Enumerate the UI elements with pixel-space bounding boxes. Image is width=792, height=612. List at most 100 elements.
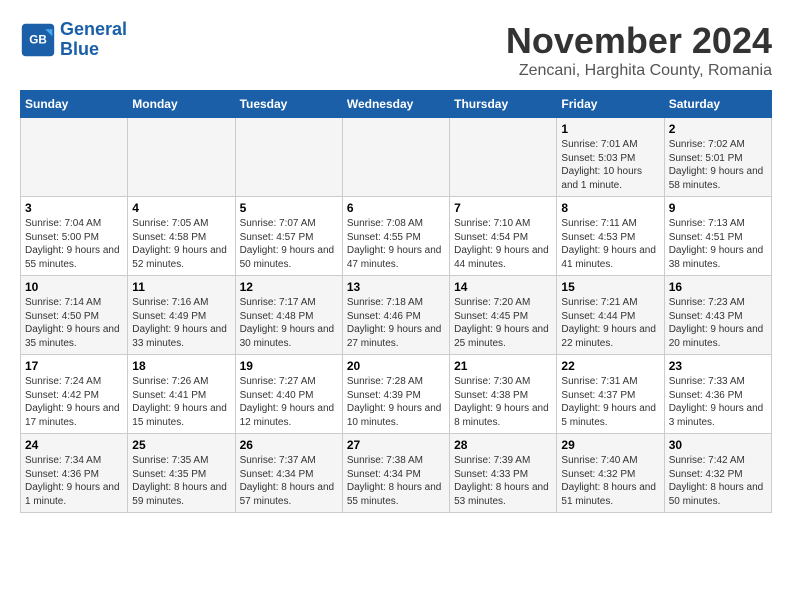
calendar-cell: 18 Sunrise: 7:26 AM Sunset: 4:41 PM Dayli… (128, 355, 235, 434)
day-number: 12 (240, 280, 338, 294)
calendar-cell: 14 Sunrise: 7:20 AM Sunset: 4:45 PM Dayli… (450, 276, 557, 355)
calendar-cell: 27 Sunrise: 7:38 AM Sunset: 4:34 PM Dayli… (342, 434, 449, 513)
calendar-cell: 24Sunrise: 7:34 AM Sunset: 4:36 PM Dayli… (21, 434, 128, 513)
day-detail: Sunrise: 7:26 AM Sunset: 4:41 PM Dayligh… (132, 375, 230, 429)
calendar-cell: 1 Sunrise: 7:01 AM Sunset: 5:03 PM Daylig… (557, 118, 664, 197)
title-area: November 2024 Zencani, Harghita County, … (506, 20, 772, 80)
day-detail: Sunrise: 7:33 AM Sunset: 4:36 PM Dayligh… (669, 375, 767, 429)
day-number: 26 (240, 438, 338, 452)
calendar-cell (235, 118, 342, 197)
day-detail: Sunrise: 7:08 AM Sunset: 4:55 PM Dayligh… (347, 217, 445, 271)
day-number: 17 (25, 359, 123, 373)
calendar-cell: 22 Sunrise: 7:31 AM Sunset: 4:37 PM Dayli… (557, 355, 664, 434)
day-detail: Sunrise: 7:20 AM Sunset: 4:45 PM Dayligh… (454, 296, 552, 350)
day-detail: Sunrise: 7:31 AM Sunset: 4:37 PM Dayligh… (561, 375, 659, 429)
calendar-cell: 2Sunrise: 7:02 AM Sunset: 5:01 PM Daylig… (664, 118, 771, 197)
calendar-week-2: 3Sunrise: 7:04 AM Sunset: 5:00 PM Daylig… (21, 197, 772, 276)
day-header-friday: Friday (557, 91, 664, 118)
day-number: 14 (454, 280, 552, 294)
day-number: 16 (669, 280, 767, 294)
calendar-cell: 26 Sunrise: 7:37 AM Sunset: 4:34 PM Dayli… (235, 434, 342, 513)
day-header-tuesday: Tuesday (235, 91, 342, 118)
day-detail: Sunrise: 7:39 AM Sunset: 4:33 PM Dayligh… (454, 454, 552, 508)
calendar-cell: 23Sunrise: 7:33 AM Sunset: 4:36 PM Dayli… (664, 355, 771, 434)
logo-line1: General (60, 19, 127, 39)
day-number: 2 (669, 122, 767, 136)
calendar-week-5: 24Sunrise: 7:34 AM Sunset: 4:36 PM Dayli… (21, 434, 772, 513)
calendar-cell: 21Sunrise: 7:30 AM Sunset: 4:38 PM Dayli… (450, 355, 557, 434)
day-detail: Sunrise: 7:07 AM Sunset: 4:57 PM Dayligh… (240, 217, 338, 271)
day-number: 11 (132, 280, 230, 294)
day-number: 21 (454, 359, 552, 373)
day-detail: Sunrise: 7:42 AM Sunset: 4:32 PM Dayligh… (669, 454, 767, 508)
day-number: 6 (347, 201, 445, 215)
calendar-cell: 4Sunrise: 7:05 AM Sunset: 4:58 PM Daylig… (128, 197, 235, 276)
day-detail: Sunrise: 7:28 AM Sunset: 4:39 PM Dayligh… (347, 375, 445, 429)
day-detail: Sunrise: 7:16 AM Sunset: 4:49 PM Dayligh… (132, 296, 230, 350)
day-number: 22 (561, 359, 659, 373)
calendar-header-row: SundayMondayTuesdayWednesdayThursdayFrid… (21, 91, 772, 118)
logo: GB General Blue (20, 20, 127, 60)
day-number: 20 (347, 359, 445, 373)
calendar-cell: 9Sunrise: 7:13 AM Sunset: 4:51 PM Daylig… (664, 197, 771, 276)
calendar-cell: 19 Sunrise: 7:27 AM Sunset: 4:40 PM Dayli… (235, 355, 342, 434)
calendar-cell: 6 Sunrise: 7:08 AM Sunset: 4:55 PM Daylig… (342, 197, 449, 276)
day-detail: Sunrise: 7:04 AM Sunset: 5:00 PM Dayligh… (25, 217, 123, 271)
calendar-table: SundayMondayTuesdayWednesdayThursdayFrid… (20, 90, 772, 513)
calendar-cell: 13 Sunrise: 7:18 AM Sunset: 4:46 PM Dayli… (342, 276, 449, 355)
calendar-cell: 7 Sunrise: 7:10 AM Sunset: 4:54 PM Daylig… (450, 197, 557, 276)
day-number: 1 (561, 122, 659, 136)
day-number: 15 (561, 280, 659, 294)
day-number: 29 (561, 438, 659, 452)
day-number: 30 (669, 438, 767, 452)
day-header-sunday: Sunday (21, 91, 128, 118)
day-detail: Sunrise: 7:37 AM Sunset: 4:34 PM Dayligh… (240, 454, 338, 508)
calendar-cell: 17 Sunrise: 7:24 AM Sunset: 4:42 PM Dayli… (21, 355, 128, 434)
day-detail: Sunrise: 7:27 AM Sunset: 4:40 PM Dayligh… (240, 375, 338, 429)
day-header-monday: Monday (128, 91, 235, 118)
day-number: 7 (454, 201, 552, 215)
day-detail: Sunrise: 7:13 AM Sunset: 4:51 PM Dayligh… (669, 217, 767, 271)
calendar-week-3: 10Sunrise: 7:14 AM Sunset: 4:50 PM Dayli… (21, 276, 772, 355)
day-number: 28 (454, 438, 552, 452)
calendar-cell: 25Sunrise: 7:35 AM Sunset: 4:35 PM Dayli… (128, 434, 235, 513)
day-detail: Sunrise: 7:11 AM Sunset: 4:53 PM Dayligh… (561, 217, 659, 271)
day-number: 10 (25, 280, 123, 294)
calendar-cell: 16Sunrise: 7:23 AM Sunset: 4:43 PM Dayli… (664, 276, 771, 355)
calendar-week-4: 17 Sunrise: 7:24 AM Sunset: 4:42 PM Dayli… (21, 355, 772, 434)
day-number: 8 (561, 201, 659, 215)
calendar-cell: 29 Sunrise: 7:40 AM Sunset: 4:32 PM Dayli… (557, 434, 664, 513)
day-detail: Sunrise: 7:21 AM Sunset: 4:44 PM Dayligh… (561, 296, 659, 350)
calendar-cell: 10Sunrise: 7:14 AM Sunset: 4:50 PM Dayli… (21, 276, 128, 355)
day-detail: Sunrise: 7:34 AM Sunset: 4:36 PM Dayligh… (25, 454, 123, 508)
day-detail: Sunrise: 7:40 AM Sunset: 4:32 PM Dayligh… (561, 454, 659, 508)
logo-line2: Blue (60, 39, 99, 59)
calendar-body: 1 Sunrise: 7:01 AM Sunset: 5:03 PM Daylig… (21, 118, 772, 513)
day-number: 13 (347, 280, 445, 294)
calendar-cell (21, 118, 128, 197)
day-detail: Sunrise: 7:35 AM Sunset: 4:35 PM Dayligh… (132, 454, 230, 508)
calendar-cell (450, 118, 557, 197)
calendar-cell (128, 118, 235, 197)
day-number: 19 (240, 359, 338, 373)
day-detail: Sunrise: 7:10 AM Sunset: 4:54 PM Dayligh… (454, 217, 552, 271)
calendar-cell: 8 Sunrise: 7:11 AM Sunset: 4:53 PM Daylig… (557, 197, 664, 276)
header: GB General Blue November 2024 Zencani, H… (20, 20, 772, 80)
calendar-cell (342, 118, 449, 197)
day-number: 18 (132, 359, 230, 373)
day-detail: Sunrise: 7:01 AM Sunset: 5:03 PM Dayligh… (561, 138, 659, 192)
day-header-thursday: Thursday (450, 91, 557, 118)
calendar-cell: 3Sunrise: 7:04 AM Sunset: 5:00 PM Daylig… (21, 197, 128, 276)
month-title: November 2024 (506, 20, 772, 62)
calendar-cell: 12Sunrise: 7:17 AM Sunset: 4:48 PM Dayli… (235, 276, 342, 355)
subtitle: Zencani, Harghita County, Romania (506, 62, 772, 80)
calendar-cell: 20 Sunrise: 7:28 AM Sunset: 4:39 PM Dayli… (342, 355, 449, 434)
logo-text: General Blue (60, 20, 127, 60)
day-number: 4 (132, 201, 230, 215)
day-detail: Sunrise: 7:18 AM Sunset: 4:46 PM Dayligh… (347, 296, 445, 350)
calendar-cell: 15 Sunrise: 7:21 AM Sunset: 4:44 PM Dayli… (557, 276, 664, 355)
day-detail: Sunrise: 7:38 AM Sunset: 4:34 PM Dayligh… (347, 454, 445, 508)
day-number: 27 (347, 438, 445, 452)
day-detail: Sunrise: 7:24 AM Sunset: 4:42 PM Dayligh… (25, 375, 123, 429)
calendar-week-1: 1 Sunrise: 7:01 AM Sunset: 5:03 PM Daylig… (21, 118, 772, 197)
